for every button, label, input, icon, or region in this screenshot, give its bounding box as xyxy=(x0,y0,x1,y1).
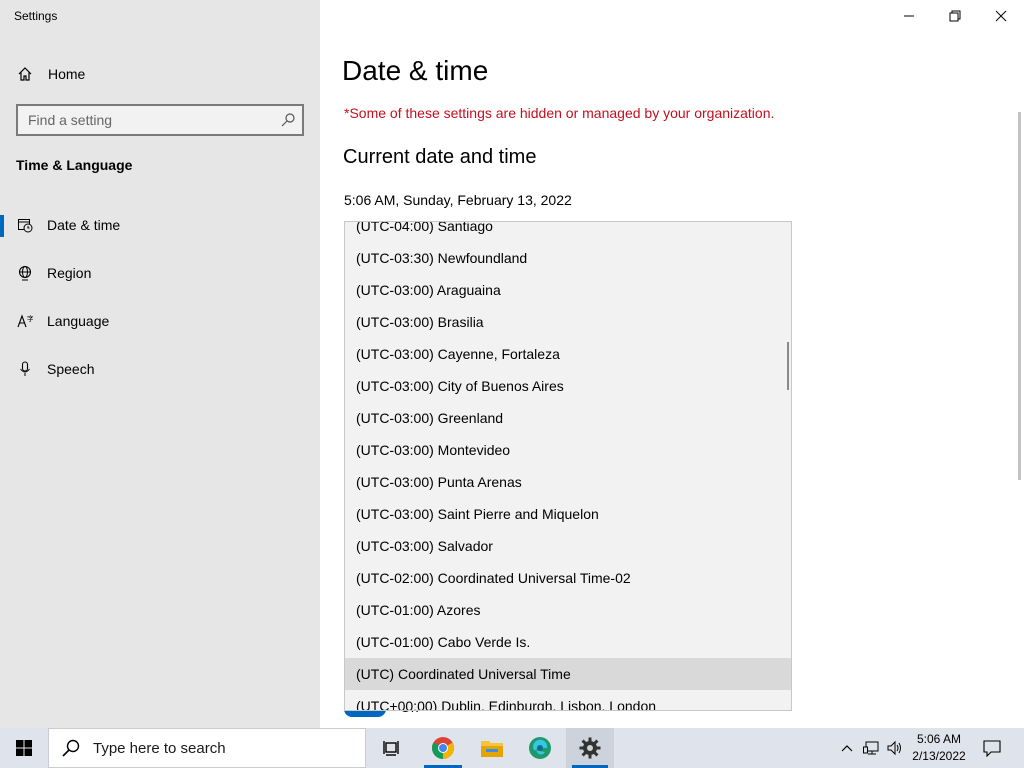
home-icon xyxy=(16,65,34,83)
timezone-option[interactable]: (UTC-03:00) Greenland xyxy=(345,402,791,434)
edge-taskbar-button[interactable] xyxy=(516,728,564,768)
sidebar-item-label: Language xyxy=(47,313,110,329)
show-hidden-icons-button[interactable] xyxy=(836,728,858,768)
list-scrollbar[interactable] xyxy=(787,342,789,390)
timezone-option[interactable]: (UTC-03:00) Saint Pierre and Miquelon xyxy=(345,498,791,530)
timezone-option[interactable]: (UTC-03:00) Punta Arenas xyxy=(345,466,791,498)
timezone-option[interactable]: (UTC-02:00) Coordinated Universal Time-0… xyxy=(345,562,791,594)
timezone-options: (UTC-04:00) Santiago (UTC-03:30) Newfound… xyxy=(345,222,791,710)
sidebar-item-region[interactable]: Region xyxy=(0,253,320,293)
folder-icon xyxy=(481,741,503,757)
sidebar-item-label: Speech xyxy=(47,361,95,377)
sidebar: Settings Home Time & Language Date & tim… xyxy=(0,0,320,728)
timezone-option[interactable]: (UTC-01:00) Azores xyxy=(345,594,791,626)
timezone-option[interactable]: (UTC) Coordinated Universal Time xyxy=(345,658,791,690)
app-title: Settings xyxy=(14,9,58,23)
close-icon xyxy=(995,10,1007,22)
restore-icon xyxy=(949,10,961,22)
volume-button[interactable] xyxy=(884,728,906,768)
find-setting-search[interactable] xyxy=(16,104,304,136)
chevron-up-icon xyxy=(841,745,853,752)
section-title: Time & Language xyxy=(16,157,133,173)
find-setting-input[interactable] xyxy=(18,111,270,129)
notification-icon xyxy=(983,740,1001,757)
clock-time: 5:06 AM xyxy=(916,732,962,746)
timezone-option[interactable]: (UTC-03:00) City of Buenos Aires xyxy=(345,370,791,402)
timezone-dropdown-list[interactable]: (UTC-04:00) Santiago (UTC-03:30) Newfound… xyxy=(344,221,792,711)
search-icon xyxy=(62,739,80,757)
globe-icon xyxy=(16,264,34,282)
page-scrollbar[interactable] xyxy=(1018,112,1021,480)
action-center-button[interactable] xyxy=(976,728,1008,768)
task-view-button[interactable] xyxy=(368,728,416,768)
search-icon xyxy=(280,112,296,128)
edge-icon xyxy=(529,737,551,759)
close-button[interactable] xyxy=(978,0,1024,32)
file-explorer-taskbar-button[interactable] xyxy=(468,728,516,768)
page-title: Date & time xyxy=(342,55,489,86)
timezone-option[interactable]: (UTC-04:00) Santiago xyxy=(345,222,791,242)
clock-calendar-icon xyxy=(16,216,34,234)
timezone-option[interactable]: (UTC-03:00) Cayenne, Fortaleza xyxy=(345,338,791,370)
gear-icon xyxy=(579,737,601,759)
start-button[interactable] xyxy=(0,728,48,768)
microphone-icon xyxy=(16,360,34,378)
org-managed-note: *Some of these settings are hidden or ma… xyxy=(344,105,775,121)
windows-logo-icon xyxy=(16,740,32,756)
restore-button[interactable] xyxy=(932,0,978,32)
sidebar-item-label: Region xyxy=(47,265,92,281)
taskbar: Type here to search 5:06 AM 2/13/2022 xyxy=(0,728,1024,768)
minimize-button[interactable] xyxy=(886,0,932,32)
taskbar-clock[interactable]: 5:06 AM 2/13/2022 xyxy=(908,731,970,765)
svg-text:字: 字 xyxy=(27,314,33,323)
clock-date: 2/13/2022 xyxy=(912,749,966,763)
sidebar-item-date-time[interactable]: Date & time xyxy=(0,205,320,245)
minimize-icon xyxy=(904,15,914,17)
timezone-option[interactable]: (UTC-03:00) Montevideo xyxy=(345,434,791,466)
timezone-option[interactable]: (UTC-01:00) Cabo Verde Is. xyxy=(345,626,791,658)
sidebar-item-language[interactable]: 字 Language xyxy=(0,301,320,341)
network-button[interactable] xyxy=(860,728,884,768)
timezone-option[interactable]: (UTC-03:00) Brasilia xyxy=(345,306,791,338)
sidebar-item-label: Date & time xyxy=(47,217,121,233)
taskbar-search-placeholder: Type here to search xyxy=(93,739,226,757)
sidebar-item-speech[interactable]: Speech xyxy=(0,349,320,389)
speaker-icon xyxy=(887,740,901,756)
chrome-taskbar-button[interactable] xyxy=(418,728,468,768)
settings-taskbar-button[interactable] xyxy=(566,728,614,768)
network-icon xyxy=(863,741,879,755)
timezone-option[interactable]: (UTC-03:00) Araguaina xyxy=(345,274,791,306)
home-link[interactable]: Home xyxy=(16,63,85,85)
timezone-option[interactable]: (UTC-03:00) Salvador xyxy=(345,530,791,562)
timezone-option[interactable]: (UTC-03:30) Newfoundland xyxy=(345,242,791,274)
section-heading: Current date and time xyxy=(343,146,537,168)
language-icon: 字 xyxy=(16,312,34,330)
chrome-icon xyxy=(432,737,454,759)
task-view-icon xyxy=(383,741,399,756)
current-datetime: 5:06 AM, Sunday, February 13, 2022 xyxy=(344,192,572,208)
taskbar-search-box[interactable]: Type here to search xyxy=(48,728,366,768)
timezone-option[interactable]: (UTC+00:00) Dublin, Edinburgh, Lisbon, L… xyxy=(345,690,791,710)
home-label: Home xyxy=(48,66,86,82)
